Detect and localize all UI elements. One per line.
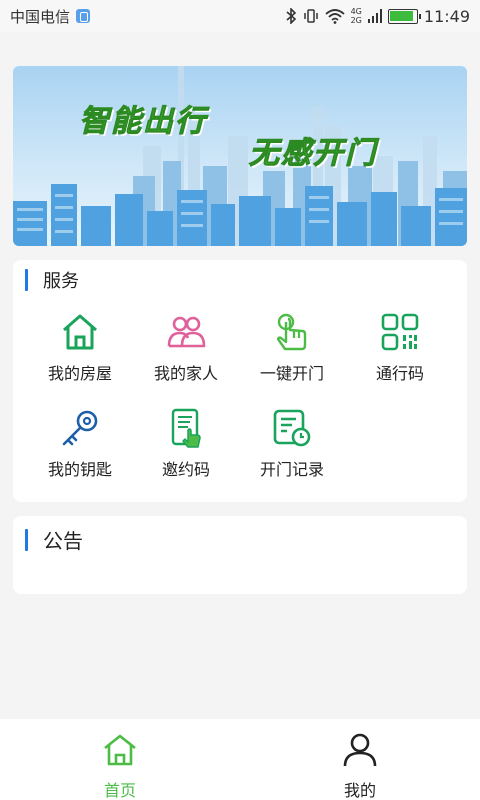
home-tab-icon xyxy=(102,733,138,771)
banner[interactable]: 智能出行 无感开门 xyxy=(13,66,467,246)
section-accent-bar xyxy=(25,528,28,551)
service-my-house[interactable]: 我的房屋 xyxy=(24,312,136,384)
service-label: 我的钥匙 xyxy=(47,460,112,479)
services-header: 服务 xyxy=(25,267,79,293)
status-bar: 中国电信 4G 2G 11:49 xyxy=(0,0,480,32)
notice-header: 公告 xyxy=(25,525,83,554)
services-title: 服务 xyxy=(43,271,79,292)
service-open-records[interactable]: 开门记录 xyxy=(236,408,348,480)
tab-mine[interactable]: 我的 xyxy=(300,733,420,800)
battery-fill xyxy=(390,11,413,21)
service-label: 开门记录 xyxy=(259,460,324,479)
tab-mine-label: 我的 xyxy=(343,781,376,800)
house-icon xyxy=(60,312,100,352)
service-label: 一键开门 xyxy=(259,364,324,383)
banner-slogan-2: 无感开门 xyxy=(249,136,377,172)
service-label: 通行码 xyxy=(375,364,424,383)
network-type: 4G 2G xyxy=(351,7,362,25)
service-label: 我的房屋 xyxy=(47,364,112,383)
service-one-tap-open[interactable]: 一键开门 xyxy=(236,312,348,384)
tab-home[interactable]: 首页 xyxy=(60,733,180,800)
bottom-tab-bar: 首页 我的 xyxy=(0,719,480,800)
notice-title: 公告 xyxy=(43,529,83,553)
carrier-name: 中国电信 xyxy=(10,7,71,26)
tap-icon xyxy=(272,312,312,352)
network-type-bottom: 2G xyxy=(350,16,362,25)
service-label: 邀约码 xyxy=(161,460,210,479)
sim-badge-icon xyxy=(76,9,91,23)
status-time: 11:49 xyxy=(423,6,470,26)
record-clock-icon xyxy=(272,408,312,448)
services-card: 服务 我的房屋 我的家人 一键开门 通行码 我的钥匙 邀约码 开门记录 xyxy=(13,260,467,502)
battery-icon xyxy=(387,8,421,24)
key-icon xyxy=(60,408,100,448)
service-invite-code[interactable]: 邀约码 xyxy=(130,408,242,480)
vibrate-icon xyxy=(303,8,319,24)
family-icon xyxy=(166,312,206,352)
qr-code-icon xyxy=(380,312,420,352)
signal-icon xyxy=(367,8,382,24)
tab-home-label: 首页 xyxy=(103,781,136,800)
person-tab-icon xyxy=(342,733,378,771)
service-pass-code[interactable]: 通行码 xyxy=(344,312,456,384)
city-skyline-image xyxy=(13,66,467,246)
notice-card: 公告 xyxy=(13,516,467,594)
bluetooth-icon xyxy=(285,8,297,24)
service-label: 我的家人 xyxy=(153,364,218,383)
wifi-icon xyxy=(324,8,345,24)
section-accent-bar xyxy=(25,269,28,291)
service-my-key[interactable]: 我的钥匙 xyxy=(24,408,136,480)
service-my-family[interactable]: 我的家人 xyxy=(130,312,242,384)
status-right: 4G 2G 11:49 xyxy=(285,7,470,26)
invite-phone-icon xyxy=(166,408,206,448)
network-type-top: 4G xyxy=(350,7,362,16)
banner-slogan-1: 智能出行 xyxy=(79,104,207,140)
status-left: 中国电信 xyxy=(10,6,91,27)
